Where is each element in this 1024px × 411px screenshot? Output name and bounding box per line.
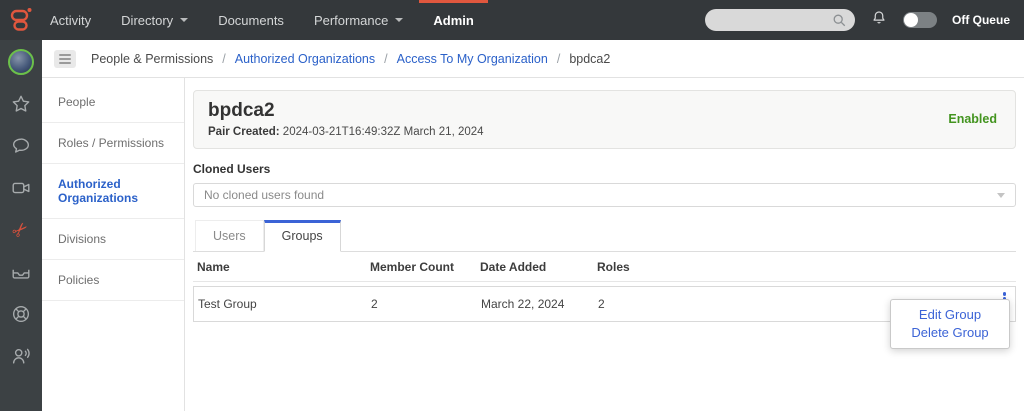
pair-info: bpdca2 Pair Created: 2024-03-21T16:49:32… — [208, 100, 484, 138]
sidebar-item-authorized-organizations[interactable]: Authorized Organizations — [42, 164, 184, 219]
nav-activity[interactable]: Activity — [50, 0, 91, 40]
nav-performance-label: Performance — [313, 12, 389, 28]
toggle-knob — [903, 13, 918, 27]
breadcrumb-item-people-permissions: People & Permissions — [91, 51, 214, 66]
breadcrumb-separator: / — [384, 51, 388, 66]
app-window: Activity Directory Documents Performance… — [0, 0, 1024, 411]
video-icon[interactable] — [8, 175, 34, 201]
cell-date-added: March 22, 2024 — [481, 297, 565, 311]
status-badge: Enabled — [948, 112, 997, 126]
column-header-roles: Roles — [597, 260, 630, 274]
off-queue-label: Off Queue — [951, 13, 1010, 27]
agent-voice-icon[interactable] — [8, 343, 34, 369]
cloned-users-select[interactable]: No cloned users found — [193, 183, 1016, 207]
chevron-down-icon — [180, 18, 189, 22]
nav-activity-label: Activity — [50, 12, 92, 28]
users-groups-tabs: Users Groups — [193, 220, 1016, 252]
notifications-bell-icon[interactable] — [870, 9, 888, 32]
search-box — [704, 9, 855, 33]
context-menu-edit-group[interactable]: Edit Group — [891, 306, 1009, 324]
nav-admin-label: Admin — [433, 12, 474, 28]
user-avatar[interactable] — [8, 49, 34, 75]
breadcrumb-item-current: bpdca2 — [569, 51, 611, 66]
favorites-star-icon[interactable] — [8, 91, 34, 117]
column-header-member-count: Member Count — [370, 260, 454, 274]
nav-directory-label: Directory — [121, 12, 174, 28]
menu-toggle-button[interactable] — [54, 49, 76, 68]
nav-documents[interactable]: Documents — [218, 0, 284, 40]
table-header-row: Name Member Count Date Added Roles — [193, 252, 1016, 282]
chat-icon[interactable] — [8, 133, 34, 159]
topbar-right-controls: Off Queue — [704, 9, 1024, 33]
cell-member-count: 2 — [371, 297, 378, 311]
pair-created-value: 2024-03-21T16:49:32Z March 21, 2024 — [282, 126, 484, 138]
search-icon — [831, 12, 847, 33]
chevron-down-icon — [395, 18, 404, 22]
main-content: bpdca2 Pair Created: 2024-03-21T16:49:32… — [185, 78, 1024, 411]
scissors-glyph: ✂ — [7, 216, 35, 244]
chevron-down-icon — [997, 192, 1005, 198]
pair-created-label: Pair Created: — [208, 126, 280, 138]
pair-created-line: Pair Created: 2024-03-21T16:49:32Z March… — [208, 126, 484, 138]
column-header-name: Name — [197, 260, 230, 274]
collaborate-icon[interactable]: ✂ — [8, 217, 34, 243]
breadcrumb-separator: / — [222, 51, 226, 66]
primary-nav: Activity Directory Documents Performance… — [50, 0, 504, 40]
org-pair-card: bpdca2 Pair Created: 2024-03-21T16:49:32… — [193, 90, 1016, 149]
nav-directory[interactable]: Directory — [121, 0, 189, 40]
genesys-logo-icon — [0, 0, 42, 40]
breadcrumb-separator: / — [556, 51, 561, 66]
page-title: bpdca2 — [208, 100, 275, 121]
sidebar-item-divisions[interactable]: Divisions — [42, 219, 184, 260]
top-navigation-bar: Activity Directory Documents Performance… — [0, 0, 1024, 40]
breadcrumb-link-access-to-my-organization[interactable]: Access To My Organization — [397, 52, 548, 66]
admin-sidebar: People Roles / Permissions Authorized Or… — [42, 78, 185, 411]
sidebar-item-people[interactable]: People — [42, 82, 184, 123]
help-icon[interactable] — [8, 301, 34, 327]
context-menu-delete-group[interactable]: Delete Group — [891, 324, 1009, 342]
nav-documents-label: Documents — [218, 12, 284, 28]
tab-users[interactable]: Users — [195, 220, 264, 251]
inbox-icon[interactable] — [8, 259, 34, 285]
cell-group-name: Test Group — [198, 297, 257, 311]
tab-groups[interactable]: Groups — [263, 220, 341, 252]
avatar — [8, 49, 34, 75]
breadcrumb: People & Permissions / Authorized Organi… — [42, 40, 1024, 78]
sidebar-item-roles-permissions[interactable]: Roles / Permissions — [42, 123, 184, 164]
cloned-users-label: Cloned Users — [193, 162, 271, 176]
app-icon-rail: ✂ — [0, 40, 42, 411]
column-header-date-added: Date Added — [480, 260, 547, 274]
breadcrumb-link-authorized-organizations[interactable]: Authorized Organizations — [235, 52, 375, 66]
nav-performance[interactable]: Performance — [313, 0, 404, 40]
groups-table: Name Member Count Date Added Roles Test … — [193, 252, 1016, 349]
row-context-menu: Edit Group Delete Group — [890, 299, 1010, 349]
queue-status-toggle[interactable] — [902, 12, 937, 28]
sidebar-item-policies[interactable]: Policies — [42, 260, 184, 301]
nav-admin[interactable]: Admin — [419, 0, 489, 40]
cloned-users-select-value: No cloned users found — [204, 188, 325, 202]
